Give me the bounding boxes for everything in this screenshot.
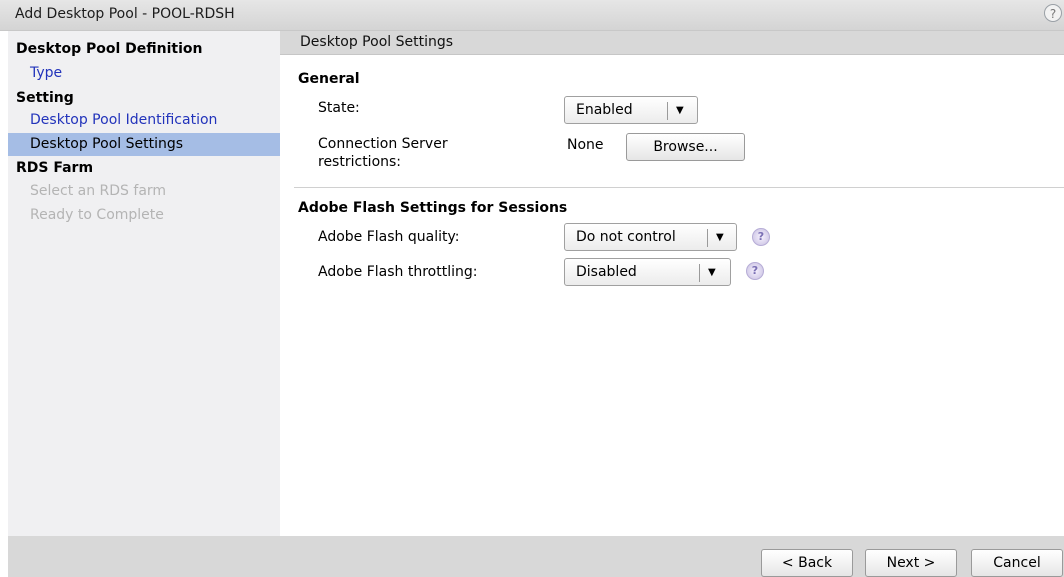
general-heading: General	[298, 71, 360, 87]
next-button[interactable]: Next >	[865, 549, 957, 577]
chevron-down-icon: ▼	[708, 267, 716, 278]
flash-throttling-help-icon[interactable]: ?	[746, 262, 764, 280]
help-icon[interactable]: ?	[1044, 4, 1062, 22]
nav-item-desktop-pool-identification[interactable]: Desktop Pool Identification	[8, 109, 280, 132]
section-header: Desktop Pool Settings	[280, 31, 1064, 55]
nav-item-ready-to-complete: Ready to Complete	[30, 207, 164, 223]
flash-quality-label: Adobe Flash quality:	[318, 229, 460, 245]
connection-server-label-line1: Connection Server	[318, 136, 448, 152]
nav-item-select-rds-farm: Select an RDS farm	[30, 183, 167, 199]
flash-quality-select[interactable]: Do not control ▼	[564, 223, 737, 251]
nav-group-setting: Setting	[16, 90, 74, 106]
flash-throttling-select[interactable]: Disabled ▼	[564, 258, 731, 286]
dialog-title: Add Desktop Pool - POOL-RDSH	[15, 6, 235, 22]
flash-throttling-value: Disabled	[576, 264, 637, 280]
nav-group-desktop-pool-definition: Desktop Pool Definition	[16, 41, 203, 57]
state-value: Enabled	[576, 102, 633, 118]
flash-quality-value: Do not control	[576, 229, 676, 245]
nav-item-type[interactable]: Type	[8, 62, 280, 85]
back-button[interactable]: < Back	[761, 549, 853, 577]
flash-quality-help-icon[interactable]: ?	[752, 228, 770, 246]
flash-settings-heading: Adobe Flash Settings for Sessions	[298, 200, 568, 216]
connection-server-value: None	[567, 137, 604, 153]
connection-server-label-line2: restrictions:	[318, 154, 402, 170]
select-divider	[667, 102, 668, 120]
wizard-step-nav: Desktop Pool Definition Type Setting Des…	[8, 31, 280, 536]
section-title: Desktop Pool Settings	[300, 34, 454, 50]
chevron-down-icon: ▼	[716, 232, 724, 243]
select-divider	[699, 264, 700, 282]
cancel-button[interactable]: Cancel	[971, 549, 1063, 577]
section-divider	[294, 187, 1064, 188]
chevron-down-icon: ▼	[676, 105, 684, 116]
flash-throttling-label: Adobe Flash throttling:	[318, 264, 478, 280]
nav-item-desktop-pool-settings[interactable]: Desktop Pool Settings	[8, 133, 280, 156]
nav-group-rds-farm: RDS Farm	[16, 160, 94, 176]
dialog-title-bar: Add Desktop Pool - POOL-RDSH ?	[0, 0, 1064, 31]
browse-button[interactable]: Browse...	[626, 133, 745, 161]
state-select[interactable]: Enabled ▼	[564, 96, 698, 124]
state-label: State:	[318, 100, 360, 116]
select-divider	[707, 229, 708, 247]
